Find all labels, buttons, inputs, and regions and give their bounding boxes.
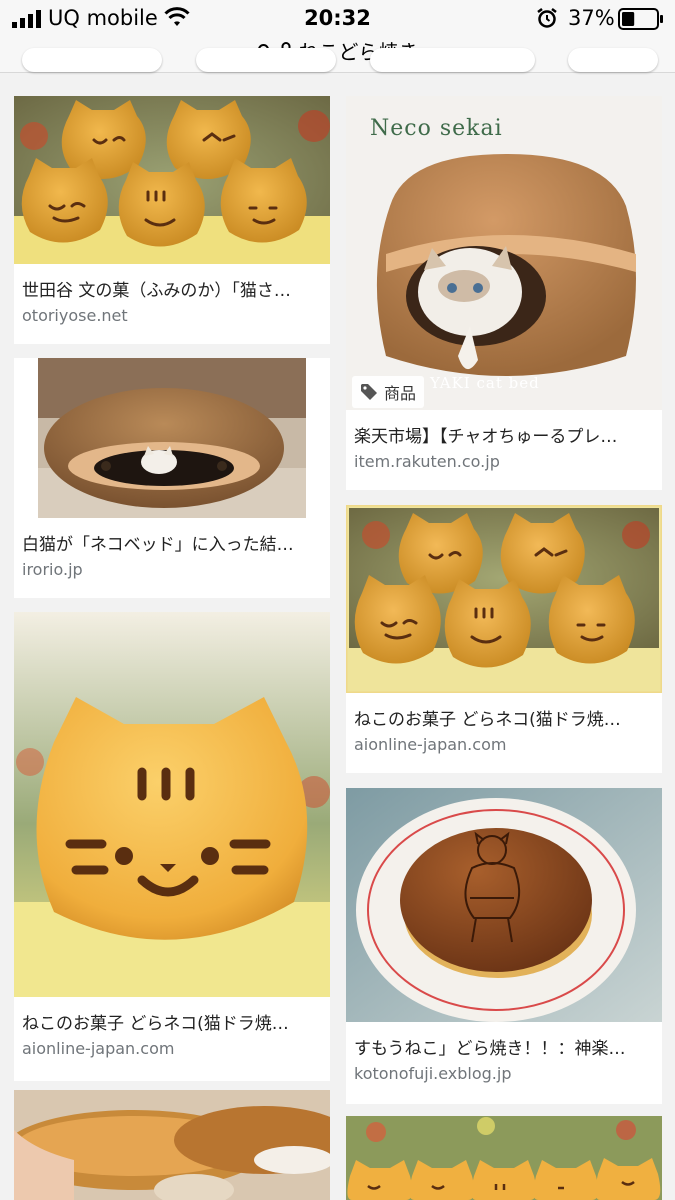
result-title[interactable]: すもうねこ」どら焼き！！：神楽… — [346, 1022, 662, 1058]
result-domain: irorio.jp — [22, 560, 83, 579]
result-image[interactable] — [346, 788, 662, 1022]
result-domain: item.rakuten.co.jp — [354, 452, 500, 471]
image-result[interactable] — [14, 1090, 330, 1200]
result-image[interactable] — [346, 1116, 662, 1200]
image-result[interactable] — [346, 1116, 662, 1200]
tag-icon — [361, 384, 377, 400]
image-result[interactable]: 白猫が「ネコベッド」に入った結… irorio.jp — [14, 358, 330, 598]
result-image[interactable] — [14, 612, 330, 997]
result-title[interactable]: 白猫が「ネコベッド」に入った結… — [14, 518, 330, 554]
result-domain: kotonofuji.exblog.jp — [354, 1064, 512, 1083]
image-caption-product: YAKI cat bed — [430, 374, 540, 392]
browser-top-bar: UQ mobile 20:32 37% ねこどら焼き — [0, 0, 675, 73]
filter-chip[interactable] — [22, 48, 162, 72]
image-result[interactable]: Neco sekai YAKI cat bed 商品 楽天市場】【チャオちゅーる… — [346, 96, 662, 490]
image-result[interactable]: ねこのお菓子 どらネコ(猫ドラ焼… aionline-japan.com — [14, 612, 330, 1081]
result-title[interactable]: ねこのお菓子 どらネコ(猫ドラ焼… — [14, 997, 330, 1033]
result-title[interactable]: 世田谷 文の菓（ふみのか）「猫さ… — [14, 264, 330, 300]
battery-percent: 37% — [568, 6, 615, 30]
filter-chip[interactable] — [568, 48, 658, 72]
result-domain: aionline-japan.com — [354, 735, 507, 754]
result-domain: aionline-japan.com — [22, 1039, 175, 1058]
filter-chip[interactable] — [370, 48, 535, 72]
result-title[interactable]: ねこのお菓子 どらネコ(猫ドラ焼… — [346, 693, 662, 729]
alarm-icon — [537, 8, 557, 28]
image-caption-logo: Neco sekai — [370, 116, 503, 141]
result-image[interactable] — [346, 505, 662, 693]
result-image[interactable] — [14, 358, 330, 518]
filter-chip-row — [0, 48, 675, 74]
battery-icon — [618, 8, 663, 30]
result-image[interactable]: Neco sekai YAKI cat bed 商品 — [346, 96, 662, 410]
status-bar: UQ mobile 20:32 37% — [0, 0, 675, 38]
image-result[interactable]: すもうねこ」どら焼き！！：神楽… kotonofuji.exblog.jp — [346, 788, 662, 1104]
image-result[interactable]: ねこのお菓子 どらネコ(猫ドラ焼… aionline-japan.com — [346, 505, 662, 773]
filter-chip[interactable] — [196, 48, 336, 72]
product-badge: 商品 — [352, 376, 425, 408]
badge-label: 商品 — [384, 384, 417, 403]
result-title[interactable]: 楽天市場】【チャオちゅーるプレ… — [346, 410, 662, 446]
image-result[interactable]: 世田谷 文の菓（ふみのか）「猫さ… otoriyose.net — [14, 96, 330, 344]
result-image[interactable] — [14, 1090, 330, 1200]
result-domain: otoriyose.net — [22, 306, 128, 325]
result-image[interactable] — [14, 96, 330, 264]
